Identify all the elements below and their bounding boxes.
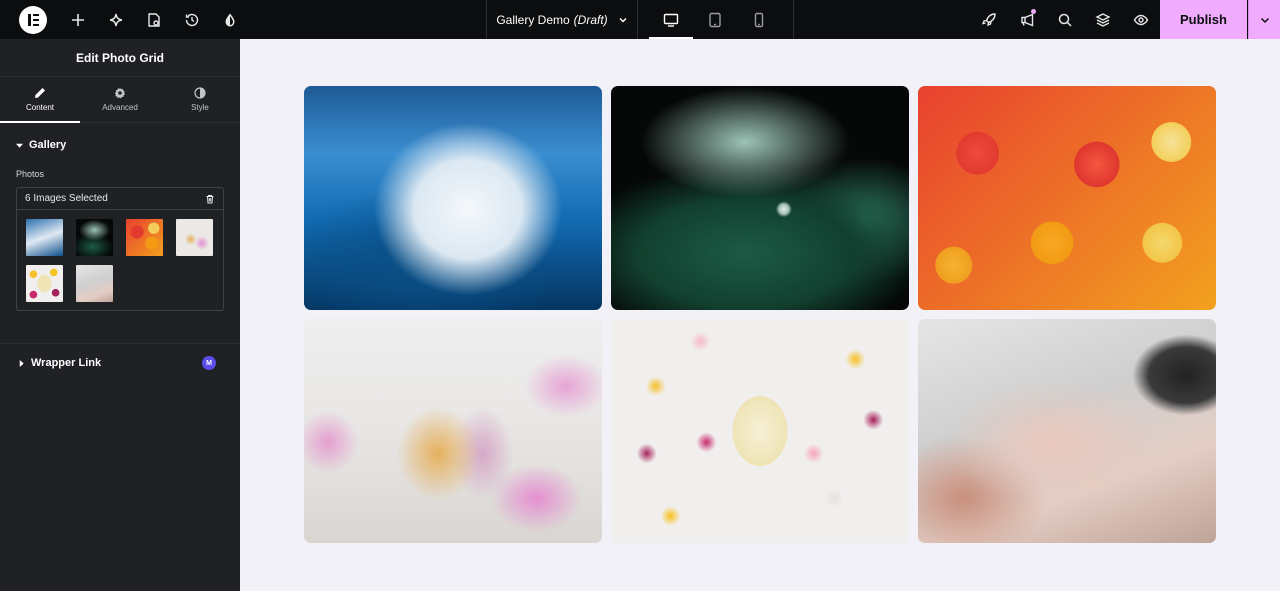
- top-bar-left: [0, 0, 249, 39]
- chevron-down-icon: [619, 17, 627, 22]
- thumbnail-flowers-perfume[interactable]: [26, 265, 63, 302]
- panel-title: Edit Photo Grid: [0, 39, 240, 77]
- tab-style[interactable]: Style: [160, 77, 240, 122]
- responsive-switcher: [649, 0, 781, 39]
- panel-tabs: Content Advanced Style: [0, 77, 240, 123]
- gallery-thumbnails: [17, 210, 223, 302]
- thumbnail-wave[interactable]: [26, 219, 63, 256]
- caret-right-icon: [19, 359, 24, 367]
- wrapper-link-section-toggle[interactable]: Wrapper Link M: [0, 344, 240, 382]
- document-status: (Draft): [573, 12, 608, 27]
- half-circle-icon: [194, 87, 206, 99]
- photo-glass-bottle[interactable]: [918, 319, 1216, 543]
- gallery-control-bar: 6 Images Selected: [17, 188, 223, 210]
- chevron-down-icon: [1260, 17, 1269, 23]
- pencil-icon: [35, 88, 45, 98]
- ai-sparkle-icon[interactable]: [97, 0, 135, 39]
- editor-panel: Edit Photo Grid Content Advanced Style G…: [0, 39, 240, 591]
- thumbnail-leaf-droplet[interactable]: [76, 219, 113, 256]
- page-settings-icon[interactable]: [135, 0, 173, 39]
- photo-leaf-droplet[interactable]: [611, 86, 909, 310]
- thumbnail-perfume-flowers[interactable]: [176, 219, 213, 256]
- mobile-view-icon[interactable]: [737, 0, 781, 39]
- notification-dot: [1031, 9, 1036, 14]
- tab-label: Content: [25, 103, 55, 112]
- photo-perfume-flowers[interactable]: [304, 319, 602, 543]
- photos-label: Photos: [16, 169, 45, 179]
- gear-icon: [114, 87, 125, 99]
- pro-feature-badge: M: [202, 356, 216, 370]
- images-selected-count: 6 Images Selected: [25, 193, 108, 204]
- structure-layers-icon[interactable]: [1084, 0, 1122, 39]
- tab-label: Style: [191, 103, 209, 112]
- tab-advanced[interactable]: Advanced: [80, 77, 160, 122]
- wrapper-link-label: Wrapper Link: [31, 357, 102, 369]
- top-bar-right: [970, 0, 1160, 39]
- tab-label: Advanced: [102, 103, 138, 112]
- preview-eye-icon[interactable]: [1122, 0, 1160, 39]
- photo-citrus-slices[interactable]: [918, 86, 1216, 310]
- desktop-view-icon[interactable]: [649, 0, 693, 39]
- thumbnail-glass-bottle[interactable]: [76, 265, 113, 302]
- gallery-section-toggle[interactable]: Gallery: [0, 135, 240, 155]
- publish-button[interactable]: Publish: [1160, 0, 1247, 39]
- notifications-icon[interactable]: [1008, 0, 1046, 39]
- history-icon[interactable]: [173, 0, 211, 39]
- theme-style-icon[interactable]: [211, 0, 249, 39]
- add-element-icon[interactable]: [59, 0, 97, 39]
- wrapper-link-header: Wrapper Link: [18, 357, 101, 369]
- thumbnail-citrus-slices[interactable]: [126, 219, 163, 256]
- elementor-logo-icon[interactable]: [19, 5, 47, 34]
- toolbar-divider: [793, 0, 794, 39]
- publish-options-button[interactable]: [1248, 0, 1280, 39]
- trash-icon[interactable]: [205, 194, 215, 204]
- photo-flowers-perfume[interactable]: [611, 319, 909, 543]
- document-title-dropdown[interactable]: Gallery Demo (Draft): [486, 0, 638, 39]
- search-icon[interactable]: [1046, 0, 1084, 39]
- top-bar: Gallery Demo (Draft) Publish: [0, 0, 1280, 39]
- tablet-view-icon[interactable]: [693, 0, 737, 39]
- photo-wave[interactable]: [304, 86, 602, 310]
- gallery-control[interactable]: 6 Images Selected: [16, 187, 224, 311]
- caret-down-icon: [16, 143, 23, 148]
- document-title: Gallery Demo: [496, 12, 570, 27]
- gallery-section-label: Gallery: [29, 139, 67, 151]
- launch-rocket-icon[interactable]: [970, 0, 1008, 39]
- tab-content[interactable]: Content: [0, 77, 80, 123]
